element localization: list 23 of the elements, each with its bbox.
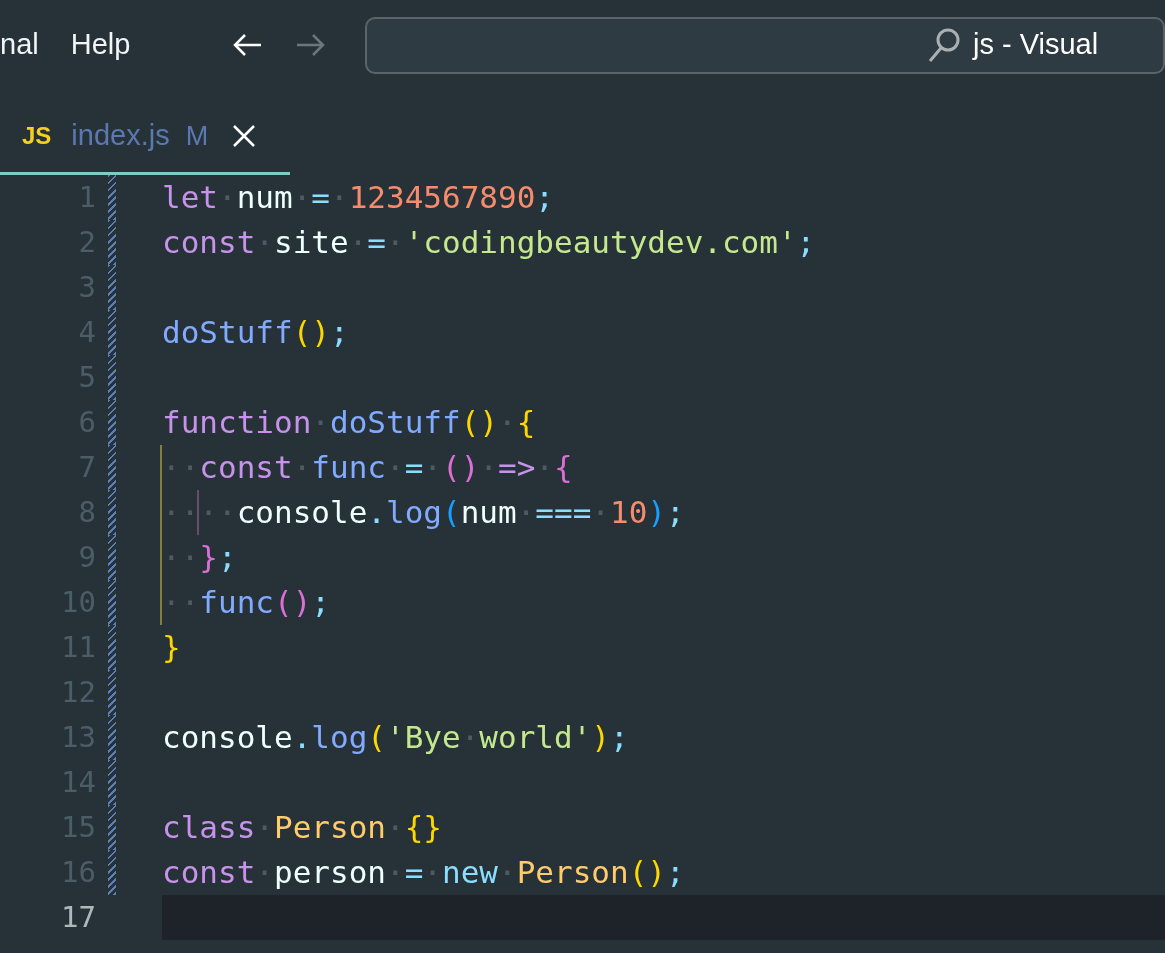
- close-icon[interactable]: [232, 124, 257, 148]
- tab-label: index.js: [71, 118, 170, 154]
- code-line: const·site·=·'codingbeautydev.com';: [162, 223, 816, 262]
- code-line: }: [162, 628, 181, 667]
- code-line: console.log('Bye·world');: [162, 718, 629, 757]
- code-line: function·doStuff()·{: [162, 403, 536, 442]
- code-line: ··const·func·=·()·=>·{: [162, 445, 573, 490]
- line-number: 17: [60, 898, 96, 936]
- window-title: js - Visual: [973, 27, 1099, 63]
- menu-item[interactable]: Help: [70, 23, 131, 67]
- code-line: ··};: [162, 535, 237, 580]
- command-center[interactable]: js - Visual: [365, 16, 1165, 74]
- code-line: let·num·=·1234567890;: [162, 178, 554, 217]
- editor-tab[interactable]: JS index.js M: [0, 100, 290, 175]
- code-line: doStuff();: [162, 313, 349, 352]
- menu-item[interactable]: nal: [0, 23, 39, 67]
- code-line: class·Person·{}: [162, 808, 442, 847]
- code-line: const·person·=·new·Person();: [162, 853, 685, 892]
- code-line: ··func();: [162, 580, 330, 625]
- js-file-icon: JS: [22, 118, 52, 154]
- search-icon: [927, 27, 961, 63]
- code-line: ····console.log(num·===·10);: [162, 490, 685, 535]
- git-status-letter: M: [185, 119, 209, 153]
